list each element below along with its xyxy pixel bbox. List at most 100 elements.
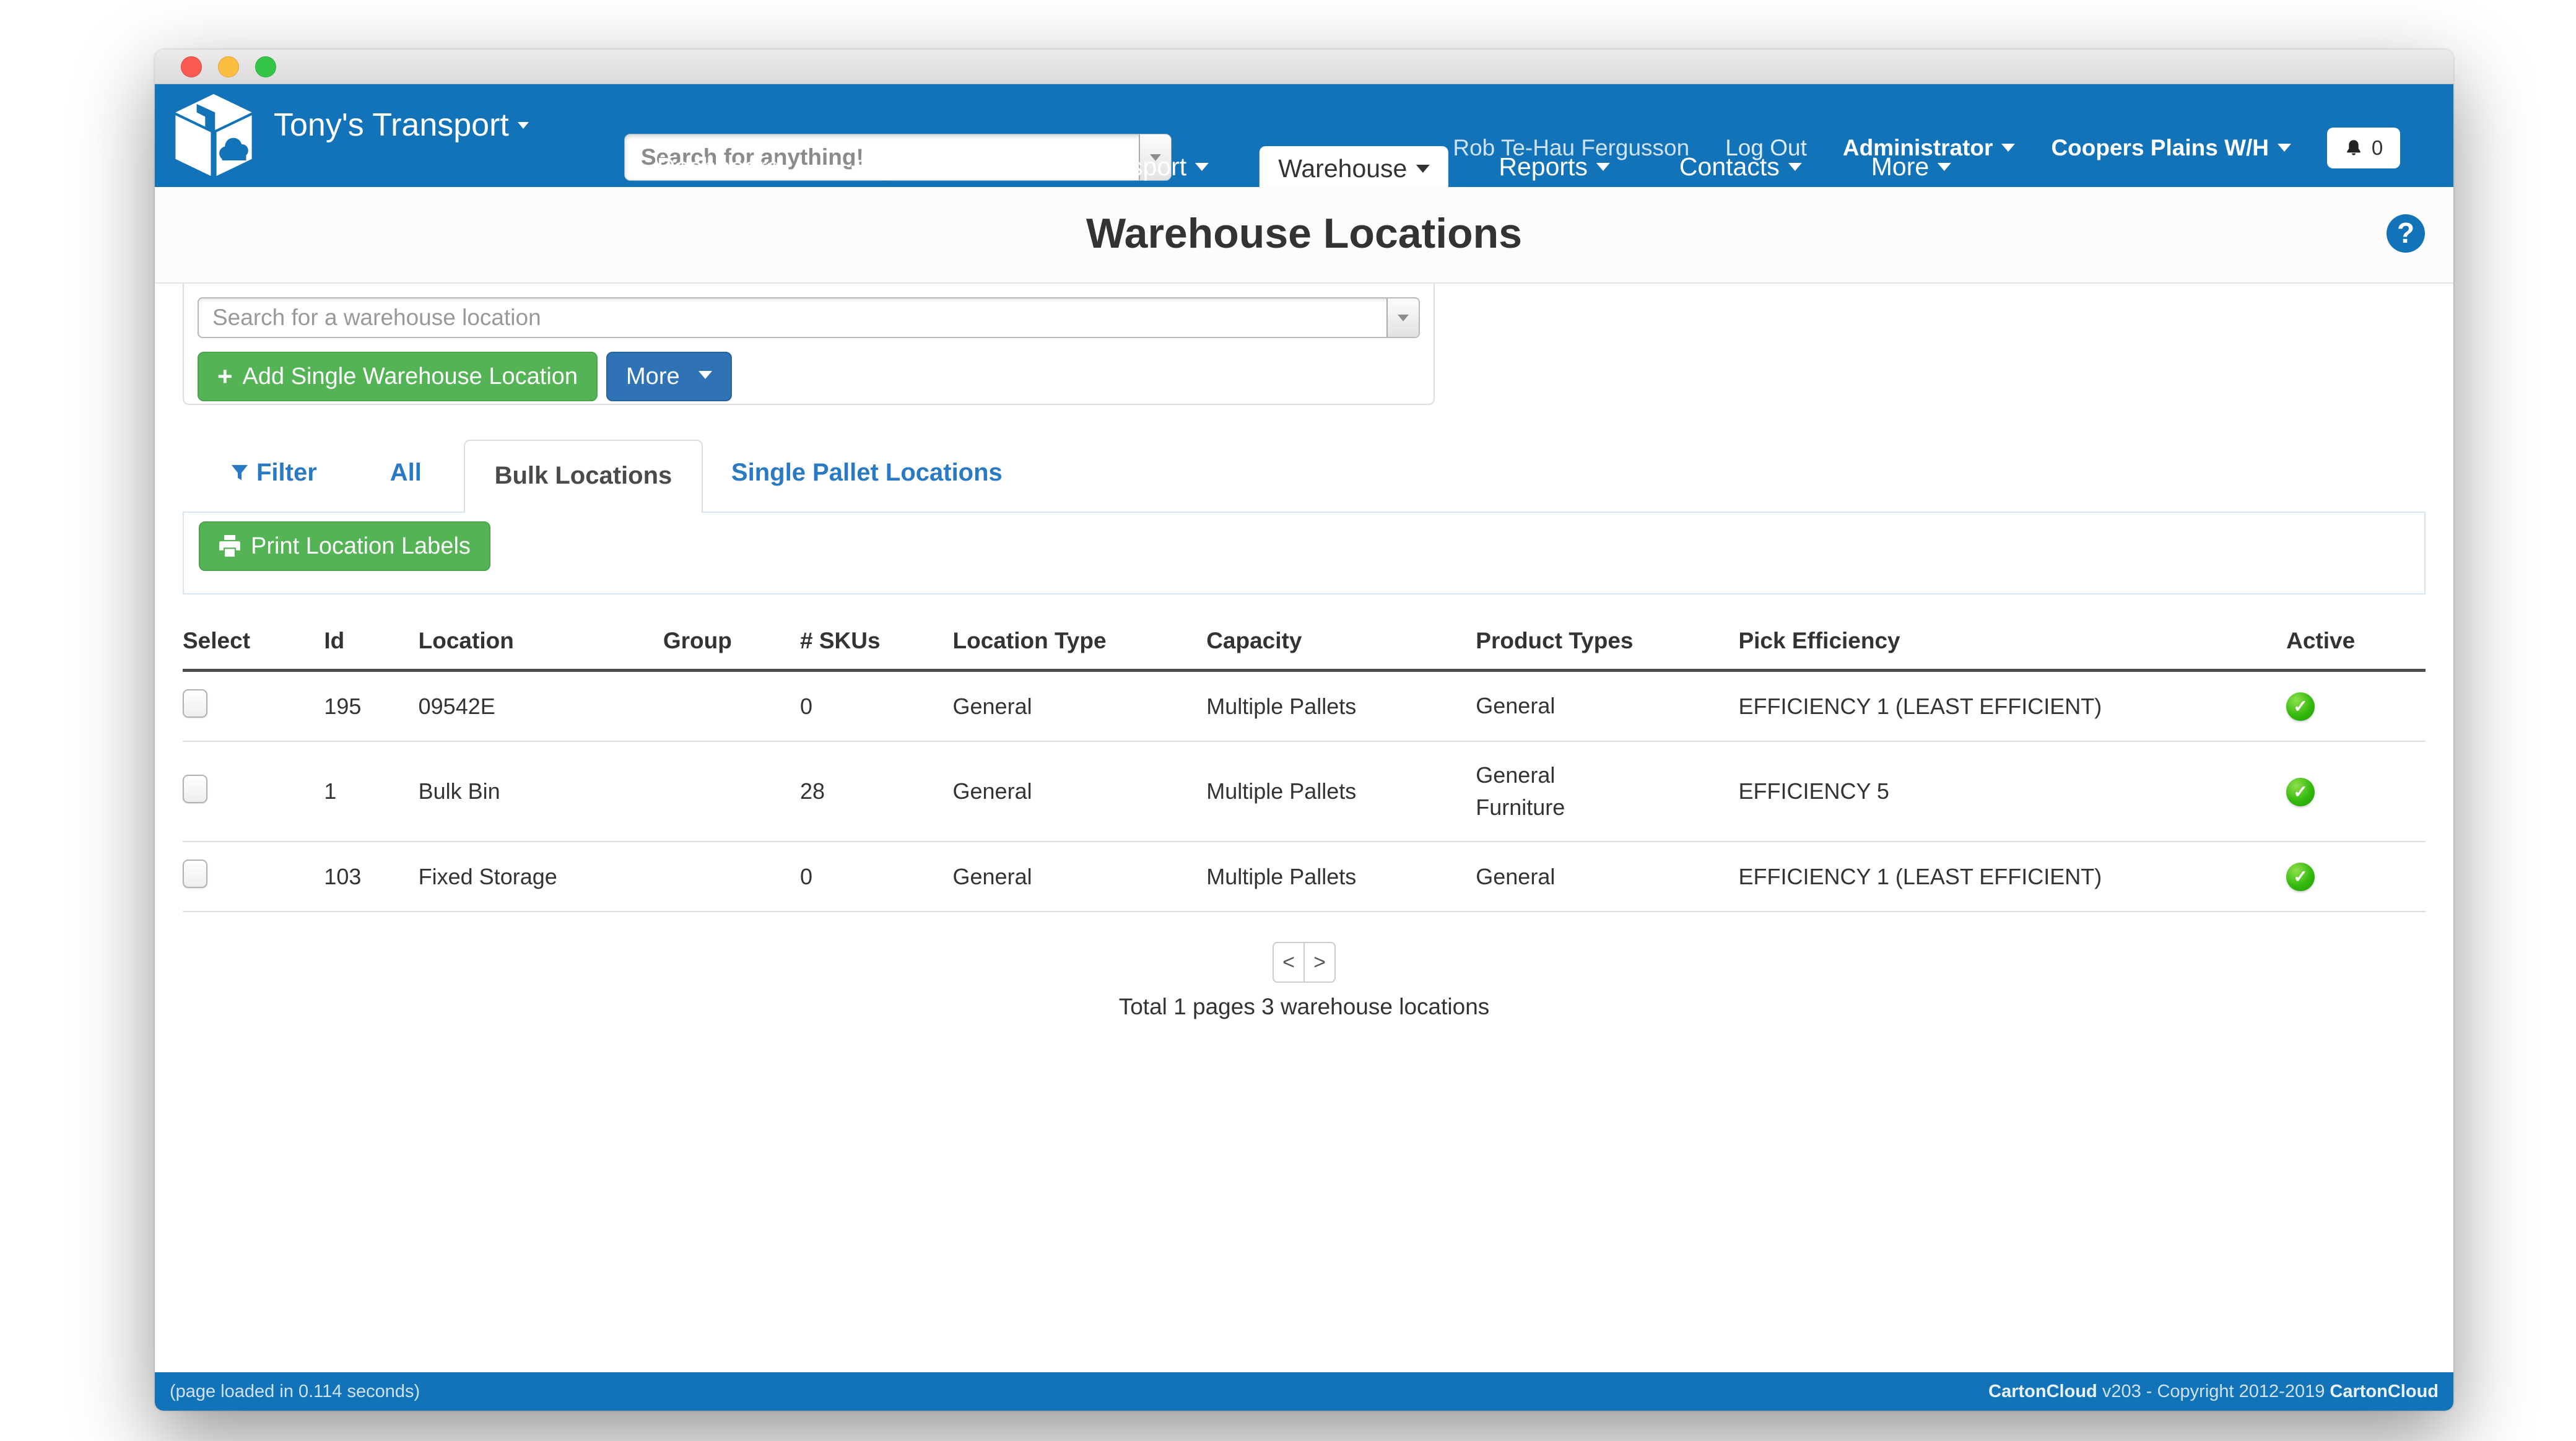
page-title: Warehouse Locations [155,187,2453,280]
printer-icon [219,535,241,557]
brand-menu[interactable]: Tony's Transport [274,107,529,144]
app-footer: (page loaded in 0.114 seconds) CartonClo… [155,1372,2453,1411]
top-navbar: Tony's Transport Rob Te-Hau Fergusson Lo… [155,84,2453,187]
bell-icon [2344,139,2363,157]
nav-item-more[interactable]: More [1853,146,1970,187]
main-nav-menu: Dashboard +Quick Add Transport Warehouse… [622,146,1986,187]
nav-item-quick-add[interactable]: +Quick Add [832,146,1028,187]
cell-location-type: General [953,741,1207,842]
minimize-window-button[interactable] [218,56,239,77]
cell-location: 09542E [419,671,663,742]
cell-product-types: General Furniture [1476,741,1738,842]
brand-label: Tony's Transport [274,107,509,143]
cell-capacity: Multiple Pallets [1206,842,1476,912]
table-row: 195 09542E 0 General Multiple Pallets Ge… [183,671,2426,742]
nav-item-dashboard[interactable]: Dashboard [638,146,800,187]
chevron-down-icon [698,371,712,379]
cell-location: Fixed Storage [419,842,663,912]
active-check-icon: ✓ [2286,863,2315,891]
bulk-locations-panel: Print Location Labels [183,512,2426,594]
pagination-summary: Total 1 pages 3 warehouse locations [183,994,2426,1020]
plus-icon: + [850,152,865,181]
add-single-warehouse-location-button[interactable]: + Add Single Warehouse Location [198,352,598,401]
cell-capacity: Multiple Pallets [1206,741,1476,842]
plus-icon: + [217,362,233,391]
warehouse-locations-table: Select Id Location Group # SKUs Location… [183,617,2426,912]
cell-capacity: Multiple Pallets [1206,671,1476,742]
col-location-type: Location Type [953,617,1207,671]
chevron-down-icon [1788,163,1802,171]
cell-id: 195 [324,671,418,742]
funnel-icon [230,464,249,482]
nav-item-reports[interactable]: Reports [1480,146,1629,187]
cell-skus: 28 [800,741,953,842]
location-search-panel: + Add Single Warehouse Location More [183,284,1435,405]
zoom-window-button[interactable] [255,56,276,77]
cell-id: 103 [324,842,418,912]
nav-item-contacts[interactable]: Contacts [1661,146,1821,187]
cell-group [663,842,800,912]
col-location: Location [419,617,663,671]
active-check-icon: ✓ [2286,692,2315,721]
col-group: Group [663,617,800,671]
tab-bulk-locations[interactable]: Bulk Locations [464,440,703,513]
cell-location-type: General [953,671,1207,742]
cell-skus: 0 [800,671,953,742]
chevron-down-icon [1938,163,1951,171]
row-select-checkbox[interactable] [183,860,207,888]
cell-pick-efficiency: EFFICIENCY 1 (LEAST EFFICIENT) [1738,671,2286,742]
location-search-dropdown-button[interactable] [1386,298,1419,337]
notifications-button[interactable]: 0 [2327,128,2400,168]
location-search [198,297,1420,338]
chevron-down-icon [1195,163,1209,171]
col-pick-efficiency: Pick Efficiency [1738,617,2286,671]
location-tabs: Filter All Bulk Locations Single Pallet … [183,438,2426,512]
tab-all[interactable]: All [390,459,422,512]
warehouse-menu[interactable]: Coopers Plains W/H [2051,135,2291,161]
cell-group [663,671,800,742]
cell-group [663,741,800,842]
cell-skus: 0 [800,842,953,912]
window-titlebar [155,50,2453,84]
chevron-down-icon [2278,144,2291,152]
cell-location: Bulk Bin [419,741,663,842]
pagination: < > Total 1 pages 3 warehouse locations [183,942,2426,1020]
col-select: Select [183,617,324,671]
location-search-input[interactable] [199,298,1386,337]
copyright-text: CartonCloud v203 - Copyright 2012-2019 C… [1988,1382,2439,1402]
help-button[interactable]: ? [2387,214,2425,253]
page-header: Warehouse Locations ? [155,187,2453,284]
next-page-button[interactable]: > [1303,942,1336,983]
table-row: 103 Fixed Storage 0 General Multiple Pal… [183,842,2426,912]
chevron-down-icon [2001,144,2015,152]
app-window: Tony's Transport Rob Te-Hau Fergusson Lo… [155,50,2453,1411]
notification-count: 0 [2372,136,2383,160]
cell-pick-efficiency: EFFICIENCY 5 [1738,741,2286,842]
nav-item-transport[interactable]: Transport [1060,146,1227,187]
cartoncloud-logo-icon [168,88,259,182]
row-select-checkbox[interactable] [183,689,207,718]
more-button[interactable]: More [606,352,732,401]
tab-single-pallet-locations[interactable]: Single Pallet Locations [731,459,1003,512]
chevron-down-icon [1596,163,1610,171]
row-select-checkbox[interactable] [183,775,207,803]
table-header-row: Select Id Location Group # SKUs Location… [183,617,2426,671]
cell-id: 1 [324,741,418,842]
col-capacity: Capacity [1206,617,1476,671]
page-load-time: (page loaded in 0.114 seconds) [170,1382,420,1402]
cell-pick-efficiency: EFFICIENCY 1 (LEAST EFFICIENT) [1738,842,2286,912]
previous-page-button[interactable]: < [1273,942,1305,983]
chevron-down-icon [996,163,1009,171]
col-id: Id [324,617,418,671]
print-location-labels-button[interactable]: Print Location Labels [199,521,490,571]
cell-product-types: General [1476,671,1738,742]
col-product-types: Product Types [1476,617,1738,671]
chevron-down-icon [1398,315,1409,321]
col-skus: # SKUs [800,617,953,671]
close-window-button[interactable] [181,56,202,77]
tab-filter[interactable]: Filter [230,459,317,512]
chevron-down-icon [1416,165,1429,173]
table-row: 1 Bulk Bin 28 General Multiple Pallets G… [183,741,2426,842]
cell-product-types: General [1476,842,1738,912]
chevron-down-icon [518,122,529,129]
